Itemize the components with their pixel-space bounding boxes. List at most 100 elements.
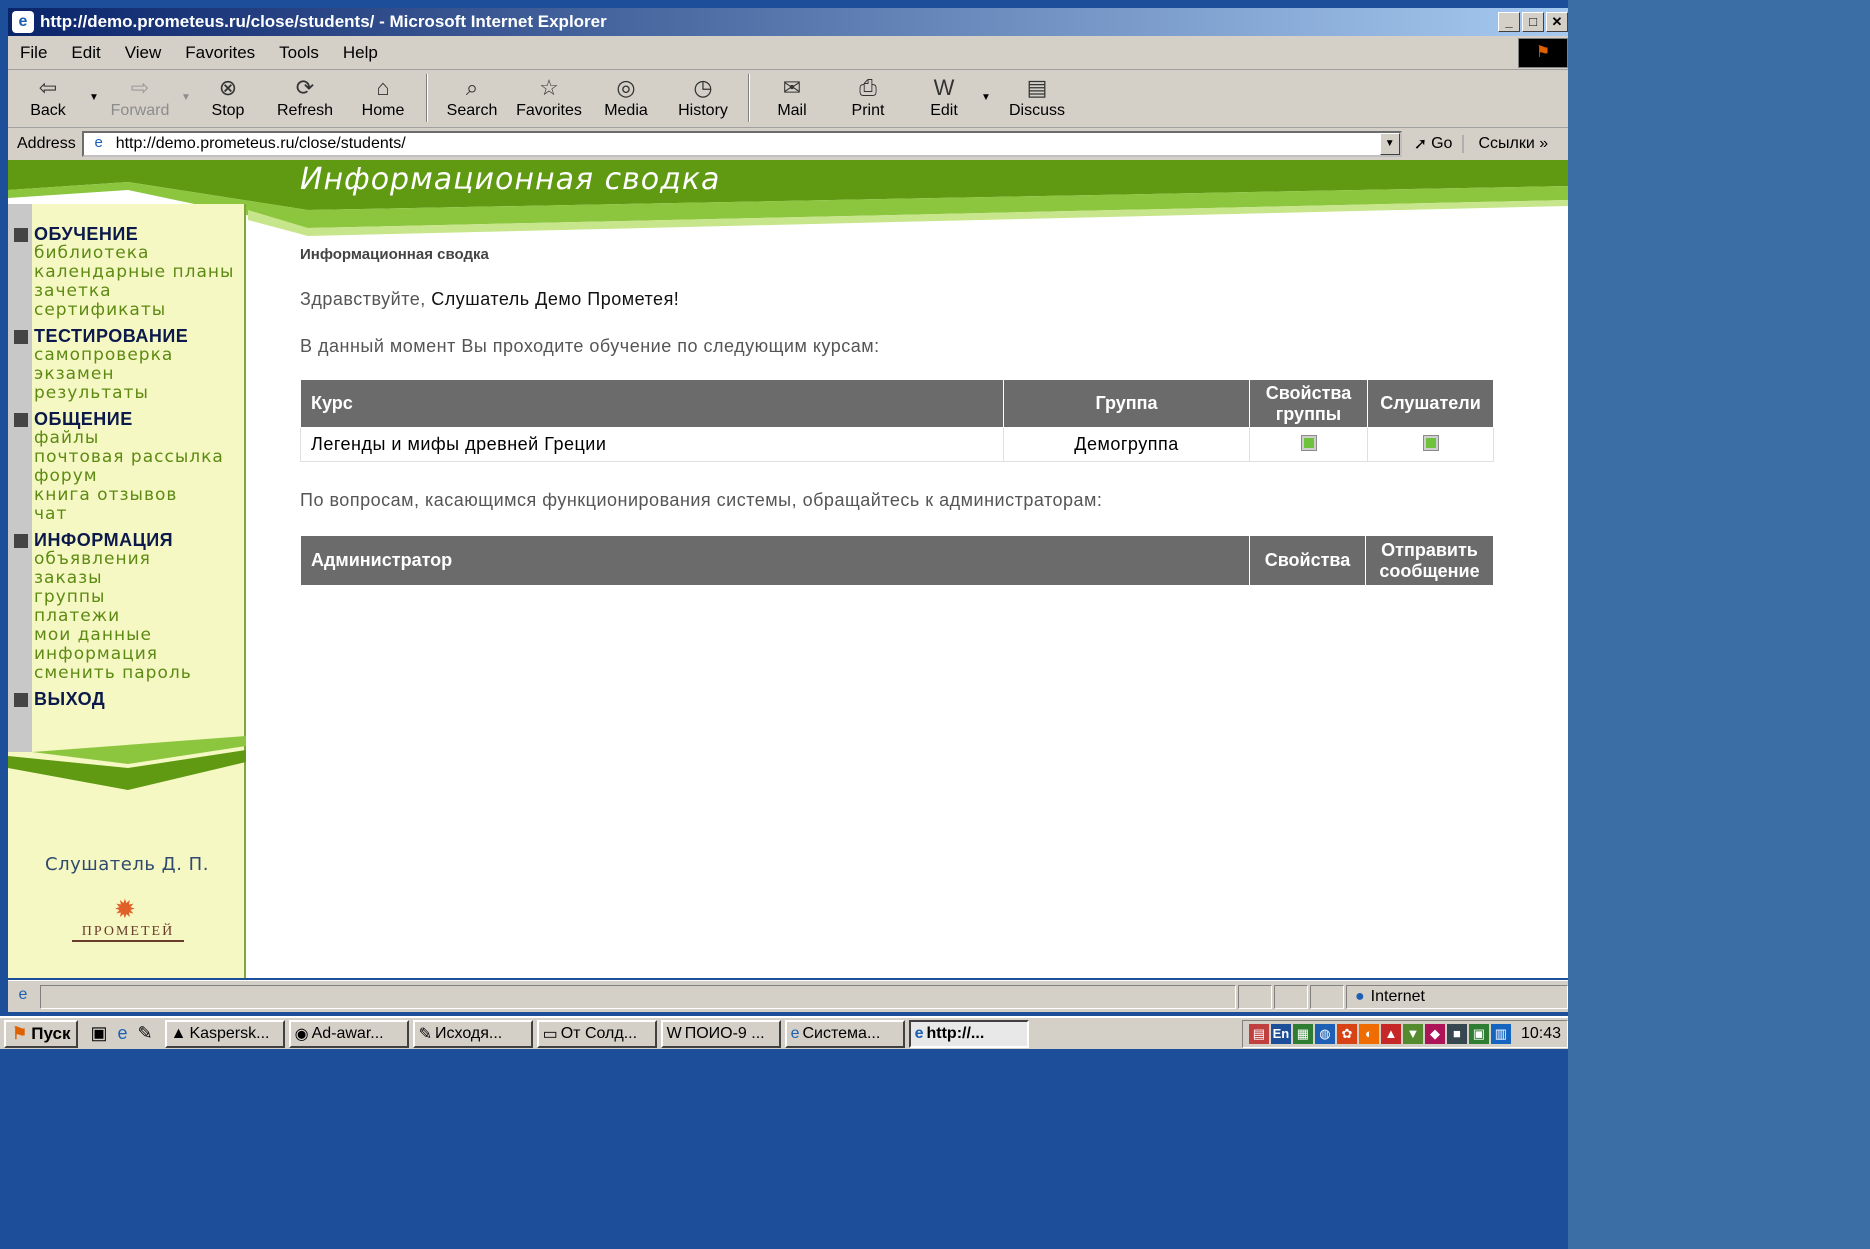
menu-file[interactable]: File <box>8 43 59 63</box>
address-bar: Address e http://demo.prometeus.ru/close… <box>8 128 1568 160</box>
tray-app-icon[interactable]: ◍ <box>1314 1023 1335 1044</box>
task-kaspersky[interactable]: ▲ Kaspersk... <box>164 1019 285 1048</box>
nav-link-exam[interactable]: экзамен <box>8 365 246 384</box>
prometey-logo[interactable]: ✹ ПРОМЕТЕЙ <box>72 894 184 946</box>
address-dropdown-icon[interactable]: ▼ <box>1379 133 1400 155</box>
menu-view[interactable]: View <box>113 43 174 63</box>
nav-heading-learning[interactable]: ОБУЧЕНИЕ <box>8 224 246 244</box>
nav-link-results[interactable]: результаты <box>8 384 246 403</box>
page-icon: e <box>94 134 103 151</box>
nav-link-announcements[interactable]: объявления <box>8 550 246 569</box>
tray-app-icon[interactable]: ✿ <box>1336 1023 1357 1044</box>
edit-dropdown-icon[interactable]: ▼ <box>980 70 992 103</box>
menu-edit[interactable]: Edit <box>59 43 112 63</box>
course-name-cell[interactable]: Легенды и мифы древней Греции <box>300 427 1004 462</box>
back-button[interactable]: ⇦ Back <box>8 70 88 126</box>
window-title-bar: e http://demo.prometeus.ru/close/student… <box>8 8 1568 36</box>
nav-link-files[interactable]: файлы <box>8 429 246 448</box>
kaspersky-icon: ▲ <box>170 1024 187 1042</box>
tray-app-icon[interactable]: ◐ <box>1358 1023 1379 1044</box>
tray-app-icon[interactable]: ■ <box>1446 1023 1467 1044</box>
listeners-icon[interactable] <box>1423 436 1438 450</box>
back-dropdown-icon[interactable]: ▼ <box>88 70 100 103</box>
page-breadcrumb: Информационная сводка <box>300 246 489 263</box>
refresh-icon: ⟳ <box>295 75 315 100</box>
forward-dropdown-icon[interactable]: ▼ <box>180 70 192 103</box>
nav-heading-information[interactable]: ИНФОРМАЦИЯ <box>8 530 246 550</box>
nav-heading-communication[interactable]: ОБЩЕНИЕ <box>8 409 246 429</box>
status-pane <box>1310 984 1344 1009</box>
ie-quicklaunch-icon[interactable]: e <box>117 1023 127 1044</box>
menu-bar: File Edit View Favorites Tools Help ⚑ <box>8 36 1568 70</box>
favorites-button[interactable]: ☆ Favorites <box>510 70 588 126</box>
print-button[interactable]: ⎙ Print <box>828 70 908 126</box>
close-button[interactable]: ✕ <box>1546 12 1568 32</box>
mail-button[interactable]: ✉ Mail <box>756 70 828 126</box>
col-group: Группа <box>1003 379 1250 428</box>
address-field[interactable]: e http://demo.prometeus.ru/close/student… <box>81 131 1402 157</box>
media-button[interactable]: ◎ Media <box>588 70 664 126</box>
forward-button[interactable]: ⇨ Forward <box>100 70 180 126</box>
nav-link-groups[interactable]: группы <box>8 588 246 607</box>
desktop-icon[interactable]: ▣ <box>90 1023 107 1044</box>
nav-link-my-data[interactable]: мои данные <box>8 626 246 645</box>
minimize-button[interactable]: _ <box>1498 12 1520 32</box>
task-label: Исходя... <box>435 1024 503 1042</box>
slide-background <box>0 1049 1568 1249</box>
menu-tools[interactable]: Tools <box>267 43 331 63</box>
outlook-icon[interactable]: ✎ <box>138 1023 153 1044</box>
task-adaware[interactable]: ◉ Ad-awar... <box>288 1019 409 1048</box>
section-bullet-icon <box>14 413 28 427</box>
tray-app-icon[interactable]: ▦ <box>1292 1023 1313 1044</box>
go-button[interactable]: ➚ Go <box>1402 134 1463 154</box>
task-ie-active[interactable]: e http://... <box>908 1019 1029 1048</box>
refresh-button[interactable]: ⟳ Refresh <box>264 70 346 126</box>
edit-button[interactable]: W Edit <box>908 70 980 126</box>
maximize-button[interactable]: □ <box>1522 12 1544 32</box>
language-indicator[interactable]: En <box>1270 1023 1291 1044</box>
nav-link-change-password[interactable]: сменить пароль <box>8 664 246 683</box>
nav-link-information[interactable]: информация <box>8 645 246 664</box>
greeting-prefix: Здравствуйте, <box>300 289 432 309</box>
nav-link-library[interactable]: библиотека <box>8 244 246 263</box>
history-button[interactable]: ◷ History <box>664 70 742 126</box>
nav-heading-exit[interactable]: ВЫХОД <box>8 689 246 709</box>
courses-intro: В данный момент Вы проходите обучение по… <box>300 336 880 356</box>
home-button[interactable]: ⌂ Home <box>346 70 420 126</box>
nav-link-forum[interactable]: форум <box>8 467 246 486</box>
task-word-doc[interactable]: W ПОИО-9 ... <box>660 1019 781 1048</box>
nav-link-chat[interactable]: чат <box>8 505 246 524</box>
nav-link-orders[interactable]: заказы <box>8 569 246 588</box>
nav-link-mailing[interactable]: почтовая рассылка <box>8 448 246 467</box>
tray-app-icon[interactable]: ▤ <box>1248 1023 1269 1044</box>
nav-link-certificates[interactable]: сертификаты <box>8 301 246 320</box>
task-outbox[interactable]: ✎ Исходя... <box>412 1019 533 1048</box>
nav-section-communication: ОБЩЕНИЕ файлы почтовая рассылка форум кн… <box>8 409 246 524</box>
nav-heading-testing[interactable]: ТЕСТИРОВАНИЕ <box>8 326 246 346</box>
task-ie-system[interactable]: e Система... <box>784 1019 905 1048</box>
task-folder[interactable]: ▭ От Солд... <box>536 1019 657 1048</box>
nav-link-payments[interactable]: платежи <box>8 607 246 626</box>
stop-button[interactable]: ⊗ Stop <box>192 70 264 126</box>
nav-link-guestbook[interactable]: книга отзывов <box>8 486 246 505</box>
search-button[interactable]: ⌕ Search <box>434 70 510 126</box>
nav-link-gradebook[interactable]: зачетка <box>8 282 246 301</box>
tray-app-icon[interactable]: ▲ <box>1380 1023 1401 1044</box>
group-properties-icon[interactable] <box>1301 436 1316 450</box>
discuss-button[interactable]: ▤ Discuss <box>992 70 1082 126</box>
network-icon[interactable]: ▣ <box>1468 1023 1489 1044</box>
tray-app-icon[interactable]: ▥ <box>1490 1023 1511 1044</box>
nav-link-calendar-plans[interactable]: календарные планы <box>8 263 246 282</box>
tray-app-icon[interactable]: ▼ <box>1402 1023 1423 1044</box>
tray-app-icon[interactable]: ◆ <box>1424 1023 1445 1044</box>
mail-icon: ✉ <box>782 75 802 100</box>
clock[interactable]: 10:43 <box>1521 1025 1561 1043</box>
forward-label: Forward <box>110 102 170 119</box>
address-url[interactable]: http://demo.prometeus.ru/close/students/ <box>116 135 1380 153</box>
links-button[interactable]: Ссылки » <box>1462 135 1548 153</box>
menu-help[interactable]: Help <box>331 43 390 63</box>
menu-favorites[interactable]: Favorites <box>173 43 267 63</box>
nav-link-self-check[interactable]: самопроверка <box>8 346 246 365</box>
start-button[interactable]: ⚑ Пуск <box>4 1019 79 1048</box>
internet-globe-icon: ● <box>1355 987 1365 1005</box>
